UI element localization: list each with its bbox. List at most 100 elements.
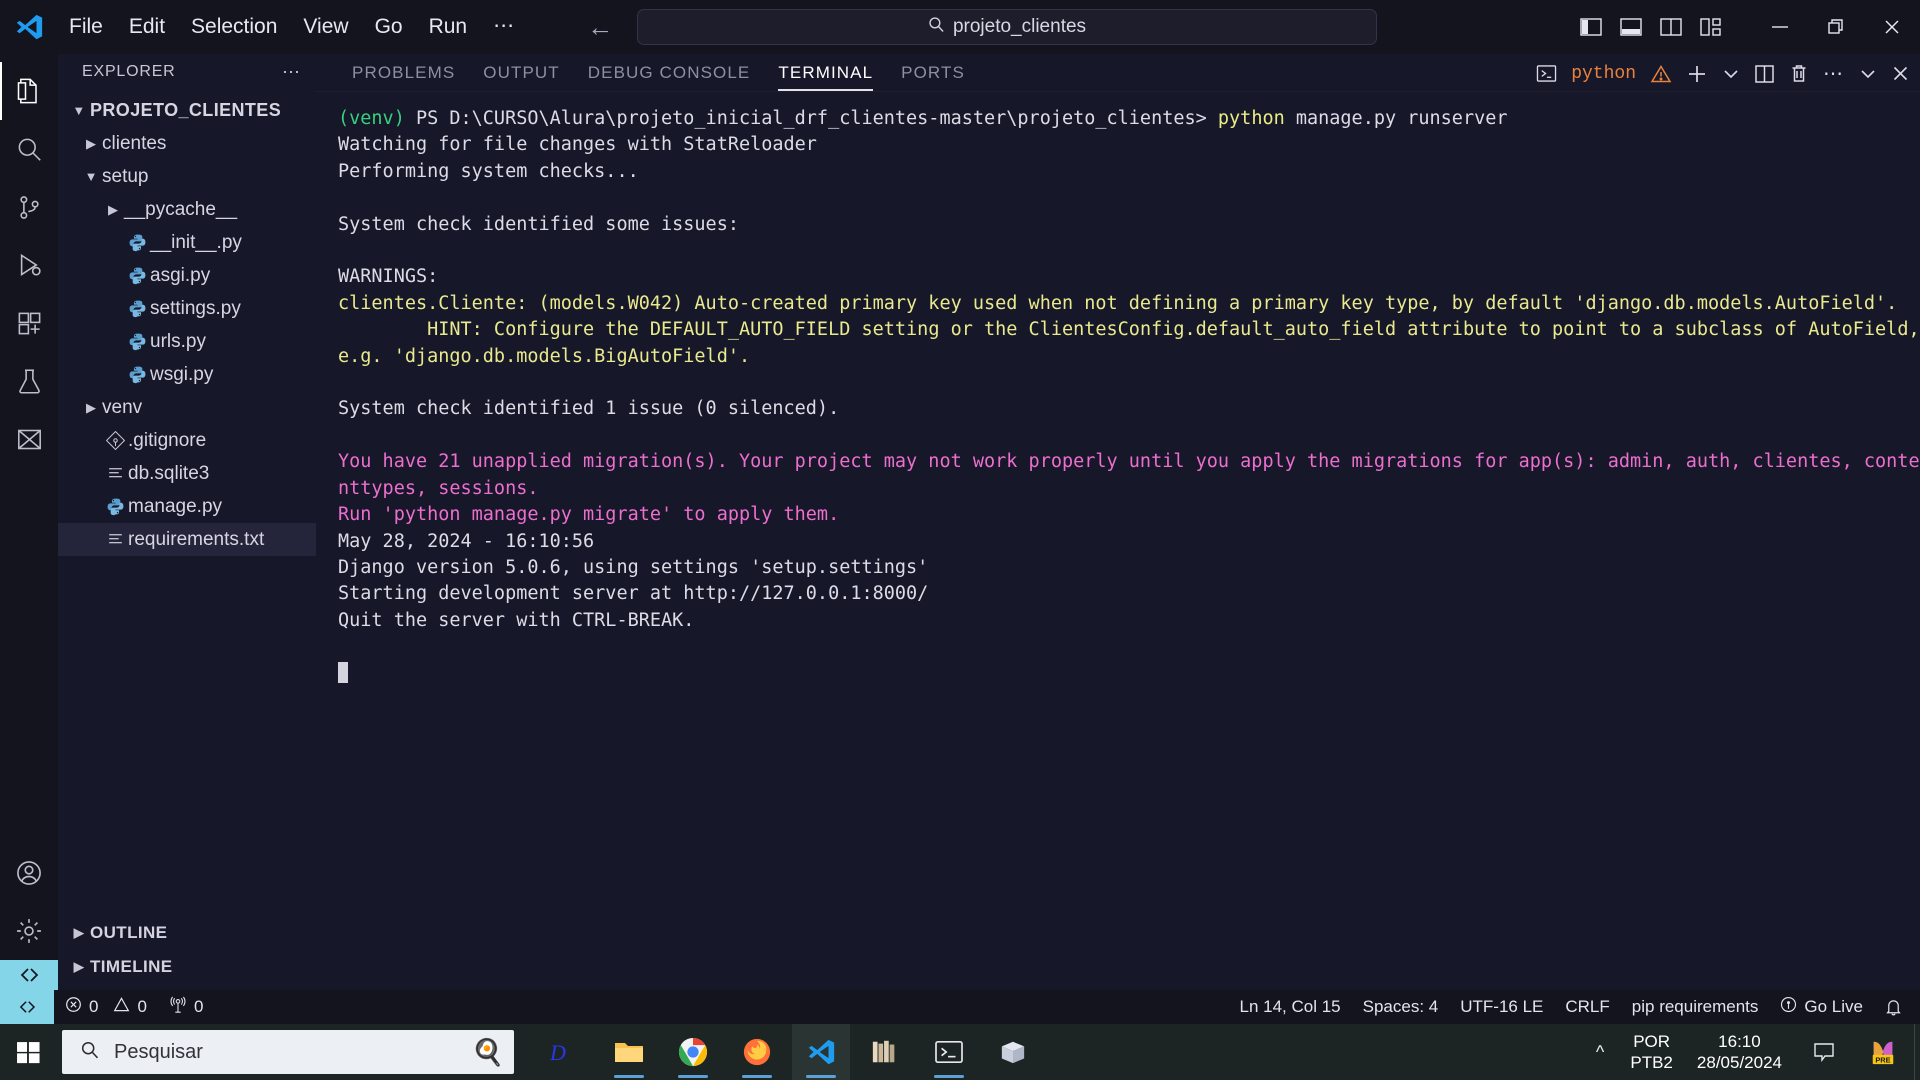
gear-icon[interactable] (0, 902, 58, 960)
menu-view[interactable]: View (292, 11, 359, 43)
menu-run[interactable]: Run (418, 11, 479, 43)
tab-output[interactable]: OUTPUT (469, 63, 573, 91)
tree-item-setup[interactable]: ▼ setup (58, 160, 316, 193)
menu-file[interactable]: File (58, 11, 114, 43)
warning-triangle-icon[interactable] (1650, 64, 1672, 84)
more-actions-icon[interactable]: ⋯ (1823, 61, 1845, 86)
sidebar-item-todo-tree[interactable] (0, 410, 58, 468)
status-remote-indicator[interactable] (0, 990, 54, 1024)
bell-icon[interactable] (1874, 998, 1920, 1016)
taskbar-app-firefox[interactable] (728, 1024, 786, 1080)
tree-item-db-sqlite3[interactable]: ▶ db.sqlite3 (58, 457, 316, 490)
windows-start-icon[interactable] (0, 1024, 56, 1080)
minimize-icon[interactable] (1752, 0, 1808, 54)
explorer-header: EXPLORER ⋯ (58, 54, 316, 90)
taskbar-app-disney-plus[interactable]: D (536, 1024, 594, 1080)
section-timeline[interactable]: ▶ TIMELINE (58, 950, 316, 984)
terminal-output[interactable]: (venv) PS D:\CURSO\Alura\projeto_inicial… (316, 92, 1920, 990)
tree-item-manage-py[interactable]: ▶ manage.py (58, 490, 316, 523)
section-outline[interactable]: ▶ OUTLINE (58, 916, 316, 950)
tree-item-requirements-txt[interactable]: ▶ requirements.txt (58, 523, 316, 556)
toggle-secondary-sidebar-icon[interactable] (1660, 18, 1682, 36)
taskbar-app-file-explorer[interactable] (600, 1024, 658, 1080)
sidebar-item-extensions[interactable] (0, 294, 58, 352)
taskbar-app-windows-terminal[interactable] (920, 1024, 978, 1080)
taskbar-app-books[interactable] (856, 1024, 914, 1080)
tray-clock[interactable]: 16:10 28/05/2024 (1683, 1031, 1796, 1073)
sidebar-item-run-and-debug[interactable] (0, 236, 58, 294)
sidebar-item-explorer[interactable] (0, 62, 58, 120)
sidebar-item-testing[interactable] (0, 352, 58, 410)
chevron-down-collapse-icon[interactable] (1859, 67, 1877, 81)
menu-go[interactable]: Go (364, 11, 414, 43)
tab-ports[interactable]: PORTS (887, 63, 979, 91)
trash-icon[interactable] (1789, 63, 1809, 84)
python-file-icon (124, 365, 150, 384)
tree-item-venv[interactable]: ▶ venv (58, 391, 316, 424)
tree-item-settings-py[interactable]: ▶ settings.py (58, 292, 316, 325)
terminal-line: Starting development server at http://12… (338, 581, 1920, 607)
tree-item-urls-py[interactable]: ▶ urls.py (58, 325, 316, 358)
command-center-search[interactable]: projeto_clientes (637, 9, 1377, 45)
taskbar-app-google-chrome[interactable] (664, 1024, 722, 1080)
terminal-line: Run 'python manage.py migrate' to apply … (338, 502, 1920, 528)
chevron-down-icon[interactable] (1722, 67, 1740, 81)
text-file-icon (102, 530, 128, 549)
customize-layout-icon[interactable] (1700, 18, 1722, 36)
arrow-left-icon[interactable]: ← (587, 14, 613, 40)
taskbar-search-box[interactable]: Pesquisar 🍳 (62, 1030, 514, 1074)
taskbar-app-visual-studio-code[interactable] (792, 1024, 850, 1080)
menu-more[interactable]: ⋯ (482, 13, 527, 42)
chevron-up-icon[interactable]: ^ (1580, 1042, 1620, 1063)
go-live-label: Go Live (1804, 997, 1863, 1016)
terminal-shell-label[interactable]: python (1571, 64, 1636, 84)
tree-item-clientes[interactable]: ▶ clientes (58, 127, 316, 160)
chevron-right-icon: ▶ (108, 201, 118, 217)
status-ports[interactable]: 0 (158, 996, 214, 1019)
terminal-line: May 28, 2024 - 16:10:56 (338, 529, 1920, 555)
remote-window-icon[interactable] (0, 960, 58, 990)
sidebar-item-source-control[interactable] (0, 178, 58, 236)
status-problems[interactable]: 0 0 (54, 996, 158, 1018)
tab-problems[interactable]: PROBLEMS (338, 63, 469, 91)
status-indentation[interactable]: Spaces: 4 (1352, 997, 1450, 1017)
menu-edit[interactable]: Edit (118, 11, 176, 43)
toggle-primary-sidebar-icon[interactable] (1580, 18, 1602, 36)
titlebar: File Edit Selection View Go Run ⋯ ← → pr… (0, 0, 1920, 54)
panel-tab-bar: PROBLEMS OUTPUT DEBUG CONSOLE TERMINAL P… (316, 54, 1920, 92)
terminal-text: WARNINGS: (338, 266, 439, 288)
tree-item-pycache[interactable]: ▶ __pycache__ (58, 193, 316, 226)
status-eol[interactable]: CRLF (1554, 997, 1620, 1017)
show-desktop-button[interactable] (1914, 1024, 1920, 1080)
tree-item-label: requirements.txt (128, 528, 265, 550)
status-cursor-position[interactable]: Ln 14, Col 15 (1228, 997, 1351, 1017)
tray-language-indicator[interactable]: POR PTB2 (1620, 1031, 1683, 1073)
copilot-preview-icon[interactable]: PRE (1852, 1038, 1914, 1066)
tab-debug-console[interactable]: DEBUG CONSOLE (574, 63, 765, 91)
more-actions-icon[interactable]: ⋯ (282, 62, 302, 83)
tree-item-init-py[interactable]: ▶ __init__.py (58, 226, 316, 259)
plus-icon[interactable] (1686, 63, 1708, 85)
tree-item-label: manage.py (128, 495, 223, 517)
menu-selection[interactable]: Selection (180, 11, 288, 43)
status-language-mode[interactable]: pip requirements (1621, 997, 1770, 1017)
split-editor-icon[interactable] (1754, 64, 1775, 84)
tree-root-projeto-clientes[interactable]: ▼ PROJETO_CLIENTES (58, 94, 316, 127)
toggle-panel-icon[interactable] (1620, 18, 1642, 36)
sidebar-item-search[interactable] (0, 120, 58, 178)
close-icon[interactable] (1891, 64, 1910, 83)
terminal-line: You have 21 unapplied migration(s). Your… (338, 449, 1920, 502)
tree-item-wsgi-py[interactable]: ▶ wsgi.py (58, 358, 316, 391)
taskbar-app-box[interactable] (984, 1024, 1042, 1080)
tab-terminal[interactable]: TERMINAL (764, 63, 887, 91)
status-go-live[interactable]: Go Live (1769, 996, 1874, 1018)
restore-icon[interactable] (1808, 0, 1864, 54)
tree-item-asgi-py[interactable]: ▶ asgi.py (58, 259, 316, 292)
close-icon[interactable] (1864, 0, 1920, 54)
account-icon[interactable] (0, 844, 58, 902)
status-encoding[interactable]: UTF-16 LE (1449, 997, 1554, 1017)
tree-item-gitignore[interactable]: ▶ .gitignore (58, 424, 316, 457)
speech-bubble-icon[interactable] (1796, 1041, 1852, 1063)
